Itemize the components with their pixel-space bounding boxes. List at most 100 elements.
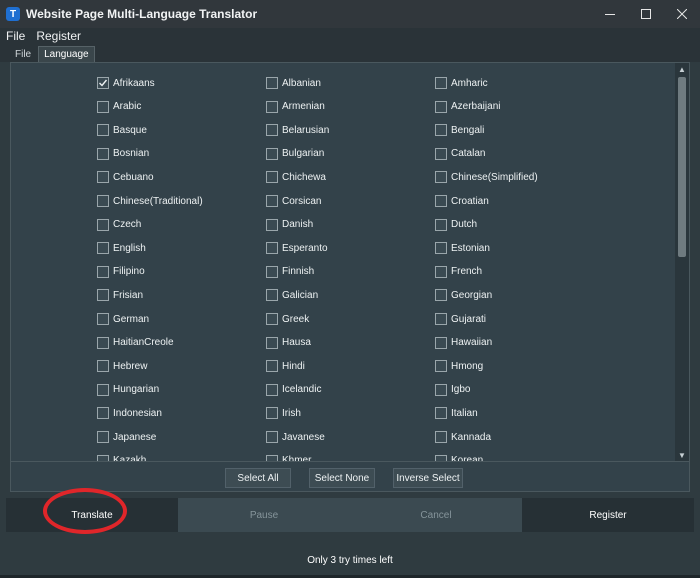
checkbox-icon[interactable] [266, 360, 278, 373]
language-option[interactable]: Indonesian [97, 405, 162, 421]
language-option[interactable]: Khmer [266, 453, 311, 461]
checkbox-icon[interactable] [97, 454, 109, 461]
select-all-button[interactable]: Select All [225, 468, 291, 488]
language-option[interactable]: Finnish [266, 264, 314, 280]
language-option[interactable]: Hindi [266, 358, 305, 374]
checkbox-icon[interactable] [266, 77, 278, 89]
language-option[interactable]: French [435, 264, 482, 280]
vertical-scrollbar[interactable]: ▲ ▼ [675, 63, 689, 461]
language-option[interactable]: Gujarati [435, 311, 486, 327]
checkbox-icon[interactable] [266, 313, 278, 325]
checkbox-icon[interactable] [266, 454, 278, 461]
select-none-button[interactable]: Select None [309, 468, 375, 488]
language-option[interactable]: Bulgarian [266, 146, 324, 162]
language-option[interactable]: Filipino [97, 264, 145, 280]
language-option[interactable]: Kannada [435, 429, 491, 445]
language-option[interactable]: Danish [266, 217, 313, 233]
language-option[interactable]: Cebuano [97, 169, 154, 185]
language-option[interactable]: Korean [435, 453, 483, 461]
checkbox-icon[interactable] [435, 77, 447, 89]
checkbox-icon[interactable] [97, 218, 109, 231]
checkbox-icon[interactable] [266, 171, 278, 184]
checkbox-icon[interactable] [435, 147, 447, 160]
language-option[interactable]: Icelandic [266, 382, 321, 398]
checkbox-icon[interactable] [435, 431, 447, 443]
language-option[interactable]: Esperanto [266, 240, 328, 256]
language-option[interactable]: Czech [97, 217, 141, 233]
language-option[interactable]: Chinese(Traditional) [97, 193, 203, 209]
pause-button[interactable]: Pause [178, 498, 350, 532]
language-option[interactable]: Armenian [266, 99, 325, 115]
language-option[interactable]: Albanian [266, 75, 321, 91]
checkbox-icon[interactable] [435, 454, 447, 461]
checkbox-icon[interactable] [266, 336, 278, 349]
language-option[interactable]: Georgian [435, 287, 492, 303]
checkbox-icon[interactable] [97, 407, 109, 420]
checkbox-icon[interactable] [435, 383, 447, 396]
checkbox-icon[interactable] [435, 265, 447, 278]
language-option[interactable]: Bosnian [97, 146, 149, 162]
checkbox-icon[interactable] [97, 383, 109, 396]
language-option[interactable]: Catalan [435, 146, 485, 162]
checkbox-icon[interactable] [97, 289, 109, 302]
checkbox-icon[interactable] [266, 100, 278, 113]
language-option[interactable]: Basque [97, 122, 147, 138]
minimize-icon[interactable] [592, 0, 628, 28]
language-option[interactable]: Azerbaijani [435, 99, 500, 115]
checkbox-icon[interactable] [97, 171, 109, 184]
scroll-down-icon[interactable]: ▼ [675, 449, 689, 461]
language-option[interactable]: Italian [435, 405, 478, 421]
language-option[interactable]: Belarusian [266, 122, 329, 138]
tab-file[interactable]: File [10, 46, 36, 62]
checkbox-icon[interactable] [97, 124, 109, 137]
language-option[interactable]: Kazakh [97, 453, 146, 461]
checkbox-icon[interactable] [266, 218, 278, 231]
checkbox-icon[interactable] [97, 242, 109, 255]
checkbox-icon[interactable] [266, 289, 278, 302]
cancel-button[interactable]: Cancel [350, 498, 522, 532]
maximize-icon[interactable] [628, 0, 664, 28]
checkbox-icon[interactable] [435, 289, 447, 302]
language-option[interactable]: Arabic [97, 99, 141, 115]
language-option[interactable]: HaitianCreole [97, 335, 174, 351]
checkbox-icon[interactable] [435, 195, 447, 207]
scroll-up-icon[interactable]: ▲ [675, 63, 689, 75]
language-option[interactable]: English [97, 240, 146, 256]
checkbox-icon[interactable] [266, 265, 278, 278]
checkbox-icon[interactable] [266, 431, 278, 443]
language-option[interactable]: Hausa [266, 335, 311, 351]
checkbox-icon[interactable] [435, 100, 447, 113]
checkbox-icon[interactable] [435, 242, 447, 255]
checkbox-icon[interactable] [435, 336, 447, 349]
checkbox-icon[interactable] [435, 124, 447, 137]
checkbox-icon[interactable] [266, 124, 278, 137]
checkbox-icon[interactable] [266, 383, 278, 396]
menu-file[interactable]: File [0, 29, 30, 43]
language-option[interactable]: German [97, 311, 149, 327]
language-option[interactable]: Estonian [435, 240, 490, 256]
checkbox-icon[interactable] [97, 360, 109, 373]
checkbox-icon[interactable] [266, 407, 278, 420]
language-option[interactable]: Igbo [435, 382, 470, 398]
checkbox-icon[interactable] [435, 313, 447, 325]
checkbox-icon[interactable] [266, 147, 278, 160]
checkbox-checked-icon[interactable] [97, 77, 109, 89]
language-option[interactable]: Galician [266, 287, 318, 303]
register-button[interactable]: Register [522, 498, 694, 532]
checkbox-icon[interactable] [97, 431, 109, 443]
language-option[interactable]: Javanese [266, 429, 325, 445]
checkbox-icon[interactable] [97, 147, 109, 160]
language-option[interactable]: Irish [266, 405, 301, 421]
checkbox-icon[interactable] [266, 242, 278, 255]
checkbox-icon[interactable] [97, 265, 109, 278]
language-option[interactable]: Bengali [435, 122, 484, 138]
checkbox-icon[interactable] [97, 313, 109, 325]
language-option[interactable]: Chinese(Simplified) [435, 169, 538, 185]
inverse-select-button[interactable]: Inverse Select [393, 468, 463, 488]
language-option[interactable]: Afrikaans [97, 75, 155, 91]
language-option[interactable]: Hebrew [97, 358, 147, 374]
language-option[interactable]: Croatian [435, 193, 489, 209]
checkbox-icon[interactable] [435, 171, 447, 184]
checkbox-icon[interactable] [266, 195, 278, 207]
language-option[interactable]: Frisian [97, 287, 143, 303]
